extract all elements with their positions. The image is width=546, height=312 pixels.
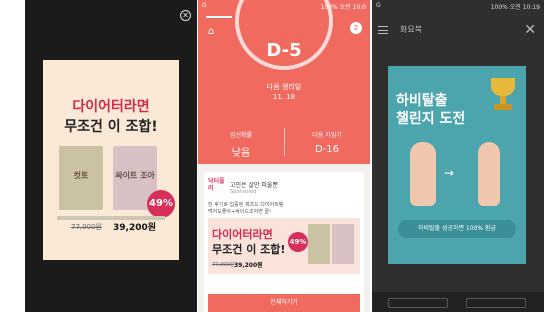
status-left: G (202, 2, 207, 9)
sponsor-title: 고민은 살만 피울뿐 (230, 182, 278, 189)
bottom-button-2[interactable] (466, 298, 526, 308)
ad-banner[interactable]: 다이어터라면 무조건 이 조합! 컷토 싸이트 조아 49% 77,000원 3… (43, 60, 179, 260)
new-price: 39,200원 (234, 262, 263, 269)
tracker-header: G 100% 오전 10:0 ⌂ 2 D-5 다음 생리일 11. 18 임신확… (198, 0, 370, 164)
challenge-popup[interactable]: 하비탈출 챌린지 도전 → 하비탈출 성공하면 100% 환급 (388, 66, 526, 264)
bottom-button-1[interactable] (388, 298, 448, 308)
status-left: G (376, 2, 381, 9)
close-circle-icon[interactable]: ✕ (180, 10, 191, 21)
after-leg (478, 142, 500, 206)
discount-badge: 49% (288, 232, 308, 252)
product-box-a: 컷토 (59, 146, 103, 210)
product-a-label: 컷토 (73, 171, 89, 180)
sponsored-ad-image[interactable]: 다이어터라면 무조건 이 조합! 49% 77,000원 39,200원 (208, 218, 360, 274)
sponsor-desc-1: 딴 후기로 입증된 제조드 다이어트템 (208, 202, 284, 208)
ad-screen-left: ✕ 다이어터라면 무조건 이 조합! 컷토 싸이트 조아 49% 77,000원… (25, 0, 197, 312)
product-b-label: 싸이트 조아 (115, 171, 155, 180)
next-period-date: 11. 18 (272, 93, 296, 101)
ad-headline-1: 다이어터라면 (72, 99, 150, 115)
home-icon[interactable]: ⌂ (208, 27, 219, 37)
trophy-cup (491, 78, 515, 96)
pregnancy-chance-label: 임신확률 (229, 132, 253, 139)
ad-headline-1: 다이어터라면 (212, 228, 273, 241)
before-leg (410, 142, 436, 206)
trophy-icon (488, 78, 518, 114)
refund-pill: 하비탈출 성공하면 100% 환급 (398, 220, 516, 238)
bottom-actions (372, 292, 544, 312)
product-box-a (308, 224, 330, 264)
discount-badge: 49% (147, 190, 175, 218)
new-price: 39,200원 (113, 223, 157, 233)
trophy-base (494, 104, 512, 110)
trophy-stem (500, 96, 506, 104)
sponsored-label: Sponsored (230, 189, 257, 195)
old-price: 77,000원 (212, 262, 235, 268)
next-fertile-value: D-16 (314, 144, 340, 155)
brand-logo: 닥터플러 (208, 178, 225, 192)
tab-indicator (206, 16, 232, 18)
close-icon[interactable]: ✕ (524, 22, 536, 38)
sponsor-desc-2: 먹어도좋아+싸이드조아면 끝! (208, 209, 271, 215)
status-right: 100% 오전 10:19 (490, 4, 540, 11)
popup-title-2: 챌린지 도전 (396, 111, 466, 127)
next-period-label: 다음 생리일 (266, 83, 302, 91)
next-fertile-label: 다음 가임기 (312, 132, 342, 139)
before-after-illustration: → (398, 140, 516, 210)
next-fertile: 다음 가임기 D-16 (284, 130, 370, 155)
popup-screen: G 100% 오전 10:19 화요북 ✕ 하비탈출 챌린지 도전 → 하비탈출… (372, 0, 544, 312)
hamburger-icon[interactable] (378, 26, 388, 34)
notification-icon[interactable]: 2 (350, 22, 362, 34)
arrow-icon: → (444, 166, 455, 180)
status-bar: G 100% 오전 10:19 (372, 0, 544, 11)
product-box-b (332, 224, 354, 264)
old-price: 77,000원 (71, 223, 102, 231)
header-title: 화요북 (400, 25, 423, 34)
pregnancy-chance: 임신확률 낮음 (198, 130, 284, 159)
popup-title-1: 하비탈출 (396, 93, 448, 109)
tracker-screen: G 100% 오전 10:0 ⌂ 2 D-5 다음 생리일 11. 18 임신확… (198, 0, 370, 312)
sponsored-card[interactable]: 닥터플러 고민은 살만 피울뿐 Sponsored 딴 후기로 입증된 제조드 … (204, 172, 364, 312)
ad-headline-2: 무조건 이 조합! (212, 243, 286, 256)
dday-counter: D-5 (266, 40, 302, 61)
pregnancy-chance-value: 낮음 (231, 148, 251, 159)
cta-button[interactable]: 전체하기기 (208, 294, 360, 312)
ad-headline-2: 무조건 이 조합! (64, 119, 158, 135)
